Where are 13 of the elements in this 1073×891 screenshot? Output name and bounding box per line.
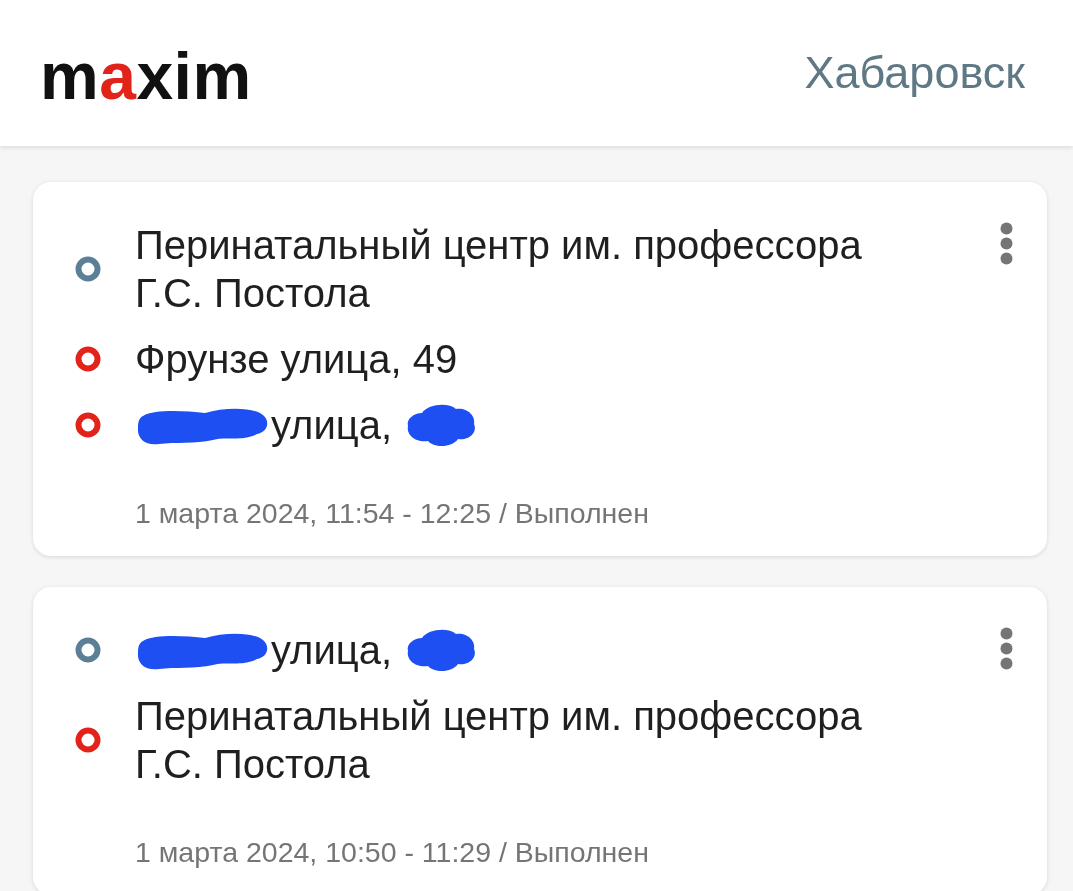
order-card[interactable]: улица, Перинатальный центр им. профессора Г.С. Постола 1 марта 2024, 10:50 - 11:29 / Выполнен xyxy=(33,587,1047,891)
more-icon[interactable] xyxy=(1000,627,1013,670)
address-text: Перинатальный центр им. профессора Г.С. Постола xyxy=(135,222,863,317)
order-summary: 1 марта 2024, 10:50 - 11:29 / Выполнен xyxy=(135,835,650,869)
address-text: улица, xyxy=(271,627,393,674)
order-summary: 1 марта 2024, 11:54 - 12:25 / Выполнен xyxy=(135,496,650,530)
address-text: улица, xyxy=(271,402,393,449)
order-card[interactable]: Перинатальный центр им. профессора Г.С. Постола Фрунзе улица, 49 улица, 1 марта 2024, 11:54 - 12:25 / Выполнен xyxy=(33,182,1047,556)
address-text: Фрунзе улица, 49 xyxy=(135,336,458,383)
more-icon[interactable] xyxy=(1000,222,1013,265)
city-link[interactable]: Хабаровск xyxy=(804,46,1025,100)
address-text: Перинатальный центр им. профессора Г.С. Постола xyxy=(135,693,863,788)
logo: maxim xyxy=(40,43,252,109)
